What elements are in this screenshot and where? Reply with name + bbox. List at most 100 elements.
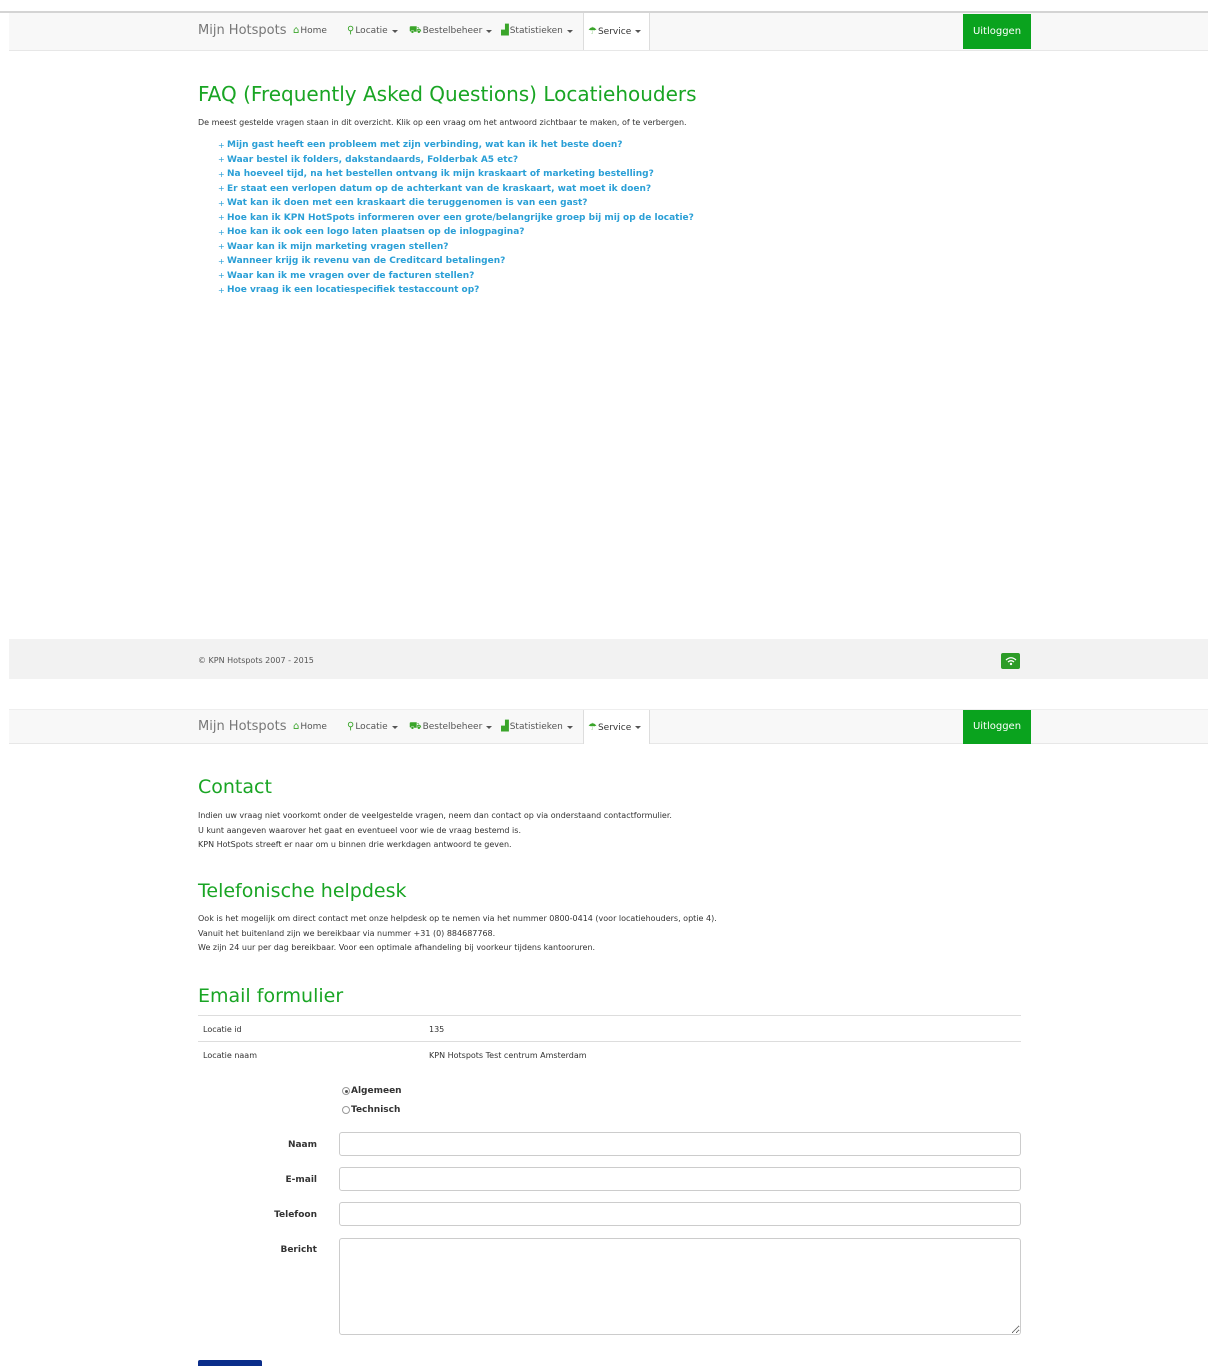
- faq-question[interactable]: Hoe kan ik ook een logo laten plaatsen o…: [227, 227, 524, 237]
- nav-home[interactable]: ⌂ Home: [293, 721, 327, 733]
- chevron-down-icon: [635, 30, 642, 33]
- top-navbar: Mijn Hotspots ⌂ Home ⚲ Locatie ⛟ Bestelb…: [9, 13, 1208, 51]
- radio-button-checked[interactable]: [342, 1087, 350, 1095]
- cart-icon: ⛟: [409, 721, 422, 732]
- faq-question[interactable]: Na hoeveel tijd, na het bestellen ontvan…: [227, 169, 654, 179]
- plus-icon: +: [218, 271, 225, 281]
- helpdesk-title: Telefonische helpdesk: [198, 880, 407, 902]
- bericht-textarea[interactable]: [339, 1238, 1021, 1335]
- cart-icon: ⛟: [409, 25, 422, 36]
- nav-bestelbeheer[interactable]: ⛟ Bestelbeheer: [409, 25, 493, 36]
- radio-label: Algemeen: [351, 1086, 402, 1096]
- faq-item[interactable]: + Mijn gast heeft een probleem met zijn v…: [218, 138, 694, 153]
- faq-item[interactable]: + Er staat een verlopen datum op de achte…: [218, 182, 694, 197]
- contact-line: KPN HotSpots streeft er naar om u binnen…: [198, 840, 512, 849]
- nav-statistieken-label: Statistieken: [509, 26, 563, 36]
- nav-service-label: Service: [597, 722, 632, 733]
- plus-icon: +: [218, 242, 225, 252]
- plus-icon: +: [218, 227, 225, 237]
- faq-question[interactable]: Wat kan ik doen met een kraskaart die te…: [227, 198, 588, 208]
- faq-list: + Mijn gast heeft een probleem met zijn v…: [218, 138, 694, 298]
- plus-icon: +: [218, 198, 225, 208]
- nav-service[interactable]: ☂ Service: [583, 13, 650, 50]
- nav-locatie-label: Locatie: [355, 722, 388, 732]
- telefoon-label: Telefoon: [274, 1210, 317, 1220]
- faq-question[interactable]: Er staat een verlopen datum op de achter…: [227, 184, 651, 194]
- nav-locatie[interactable]: ⚲ Locatie: [347, 26, 398, 36]
- chevron-down-icon: [635, 726, 642, 729]
- faq-item[interactable]: + Hoe kan ik KPN HotSpots informeren over…: [218, 211, 694, 226]
- naam-field[interactable]: [339, 1132, 1021, 1156]
- nav-bestelbeheer[interactable]: ⛟ Bestelbeheer: [409, 721, 493, 732]
- faq-item[interactable]: + Hoe kan ik ook een logo laten plaatsen …: [218, 225, 694, 240]
- chevron-down-icon: [391, 29, 398, 33]
- info-value: KPN Hotspots Test centrum Amsterdam: [429, 1051, 587, 1060]
- nav-bestelbeheer-label: Bestelbeheer: [422, 722, 483, 732]
- nav-bestelbeheer-label: Bestelbeheer: [422, 26, 483, 36]
- service-icon: ☂: [588, 722, 597, 733]
- faq-question[interactable]: Mijn gast heeft een probleem met zijn ve…: [227, 140, 623, 150]
- radio-label: Technisch: [351, 1105, 401, 1115]
- helpdesk-line: Vanuit het buitenland zijn we bereikbaar…: [198, 928, 496, 938]
- radio-technisch[interactable]: Technisch: [342, 1105, 400, 1115]
- helpdesk-line: We zijn 24 uur per dag bereikbaar. Voor …: [198, 943, 596, 952]
- faq-question[interactable]: Hoe vraag ik een locatiespecifiek testac…: [227, 285, 479, 295]
- wifi-hotspot-logo-icon: [1001, 653, 1020, 669]
- nav-statistieken[interactable]: ▟ Statistieken: [501, 26, 573, 36]
- faq-item[interactable]: + Wanneer krijg ik revenu van de Creditca…: [218, 254, 694, 269]
- top-navbar-repeat: Mijn Hotspots ⌂ Home ⚲ Locatie ⛟ Bestelb…: [9, 709, 1208, 744]
- faq-item[interactable]: + Na hoeveel tijd, na het bestellen ontva…: [218, 167, 694, 182]
- chevron-down-icon: [486, 725, 493, 729]
- faq-question[interactable]: Hoe kan ik KPN HotSpots informeren over …: [227, 213, 694, 223]
- faq-item[interactable]: + Wat kan ik doen met een kraskaart die t…: [218, 196, 694, 211]
- chevron-down-icon: [566, 29, 573, 33]
- faq-question[interactable]: Waar kan ik mijn marketing vragen stelle…: [227, 242, 448, 252]
- nav-home[interactable]: ⌂ Home: [293, 25, 327, 37]
- nav-home-label: Home: [300, 26, 327, 36]
- info-label: Locatie naam: [203, 1051, 258, 1060]
- faq-item[interactable]: + Waar bestel ik folders, dakstandaards, …: [218, 153, 694, 168]
- plus-icon: +: [218, 169, 225, 179]
- radio-button[interactable]: [342, 1106, 350, 1114]
- location-pin-icon: ⚲: [347, 721, 355, 732]
- copyright-text: © KPN Hotspots 2007 - 2015: [198, 656, 314, 665]
- faq-item[interactable]: + Hoe vraag ik een locatiespecifiek testa…: [218, 283, 694, 298]
- faq-item[interactable]: + Waar kan ik mijn marketing vragen stell…: [218, 240, 694, 255]
- faq-question[interactable]: Waar kan ik me vragen over de facturen s…: [227, 271, 474, 281]
- nav-service-label: Service: [597, 26, 632, 37]
- nav-service[interactable]: ☂ Service: [583, 710, 650, 744]
- plus-icon: +: [218, 285, 225, 295]
- faq-question[interactable]: Wanneer krijg ik revenu van de Creditcar…: [227, 256, 505, 266]
- nav-locatie[interactable]: ⚲ Locatie: [347, 722, 398, 732]
- contact-title: Contact: [198, 776, 272, 798]
- location-info-table: Locatie id 135 Locatie naam KPN Hotspots…: [198, 1015, 1021, 1067]
- logout-button[interactable]: Uitloggen: [963, 14, 1031, 49]
- plus-icon: +: [218, 184, 225, 194]
- plus-icon: +: [218, 140, 225, 150]
- chevron-down-icon: [486, 29, 493, 33]
- email-field[interactable]: [339, 1167, 1021, 1191]
- bar-chart-icon: ▟: [501, 25, 509, 36]
- radio-algemeen[interactable]: Algemeen: [342, 1086, 402, 1096]
- footer: © KPN Hotspots 2007 - 2015: [9, 639, 1208, 679]
- telefoon-field[interactable]: [339, 1202, 1021, 1226]
- naam-label: Naam: [287, 1140, 317, 1150]
- send-button[interactable]: [198, 1360, 262, 1366]
- bericht-label: Bericht: [280, 1245, 317, 1255]
- nav-statistieken[interactable]: ▟ Statistieken: [501, 722, 573, 732]
- home-icon: ⌂: [293, 721, 300, 732]
- logout-button[interactable]: Uitloggen: [963, 710, 1031, 744]
- home-icon: ⌂: [293, 25, 300, 36]
- helpdesk-line: Ook is het mogelijk om direct contact me…: [198, 914, 717, 923]
- info-label: Locatie id: [203, 1025, 242, 1034]
- brand-link[interactable]: Mijn Hotspots: [198, 719, 287, 734]
- plus-icon: +: [218, 213, 225, 223]
- brand-link[interactable]: Mijn Hotspots: [198, 23, 287, 38]
- faq-item[interactable]: + Waar kan ik me vragen over de facturen …: [218, 269, 694, 284]
- contact-line: Indien uw vraag niet voorkomt onder de v…: [198, 811, 672, 820]
- contact-line: U kunt aangeven waarover het gaat en eve…: [198, 825, 521, 835]
- table-row: Locatie id 135: [198, 1015, 1021, 1041]
- info-value: 135: [429, 1025, 445, 1034]
- faq-question[interactable]: Waar bestel ik folders, dakstandaards, F…: [227, 155, 518, 165]
- email-form-title: Email formulier: [198, 985, 344, 1007]
